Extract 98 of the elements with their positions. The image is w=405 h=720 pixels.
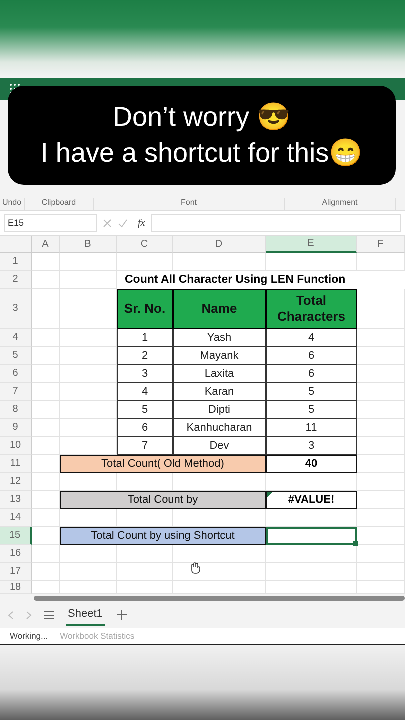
table-cell: 4 — [117, 383, 173, 401]
add-icon[interactable] — [116, 610, 127, 620]
ribbon-group-label: Clipboard — [25, 198, 94, 210]
name-box[interactable]: E15 — [4, 214, 97, 232]
row-header[interactable]: 7 — [0, 383, 32, 401]
table-cell: Karan — [173, 383, 266, 401]
grid-cell[interactable] — [32, 365, 60, 383]
sheet-tab[interactable]: Sheet1 — [66, 604, 105, 626]
grid-cell[interactable] — [32, 253, 60, 271]
grid-cell[interactable] — [32, 383, 60, 401]
row-header[interactable]: 17 — [0, 563, 32, 581]
ribbon-group-label: Font — [94, 198, 285, 210]
fill-handle[interactable] — [353, 541, 358, 546]
column-header[interactable]: F — [357, 236, 405, 253]
grid-cell[interactable] — [32, 419, 60, 437]
table-cell: Yash — [173, 329, 266, 347]
table-cell: Dev — [173, 437, 266, 455]
status-text: Workbook Statistics — [60, 631, 135, 641]
grid-cell[interactable] — [357, 473, 405, 491]
status-text: Working... — [10, 631, 48, 641]
total-label: Total Count by using Shortcut — [60, 527, 266, 545]
row-header[interactable]: 9 — [0, 419, 32, 437]
grid-cell[interactable] — [32, 437, 60, 455]
table-cell: 6 — [266, 365, 357, 383]
column-header[interactable]: D — [173, 236, 266, 253]
total-value[interactable]: 40 — [266, 455, 357, 473]
check-icon[interactable] — [118, 218, 128, 228]
row-header[interactable]: 16 — [0, 545, 32, 563]
function-button[interactable]: fx — [138, 218, 146, 228]
caption-text: I have a shortcut for this😁 — [40, 136, 364, 170]
total-label: Total Count( Old Method) — [60, 455, 266, 473]
menu-icon[interactable] — [44, 610, 54, 620]
grid-cell[interactable] — [357, 509, 405, 527]
row-header[interactable]: 15 — [0, 527, 32, 545]
column-header[interactable]: E — [266, 236, 357, 253]
total-value[interactable]: #VALUE! — [266, 491, 357, 509]
grid-cell[interactable] — [117, 563, 173, 581]
next-icon[interactable] — [26, 610, 32, 620]
grid-cell[interactable] — [357, 563, 405, 581]
cancel-icon[interactable] — [103, 218, 112, 228]
table-cell: 11 — [266, 419, 357, 437]
column-header[interactable]: B — [60, 236, 117, 253]
ribbon-group-label: Undo — [0, 198, 25, 210]
grid-cell[interactable] — [60, 563, 117, 581]
table-cell: Dipti — [173, 401, 266, 419]
table-cell: 5 — [117, 401, 173, 419]
table-cell: Mayank — [173, 347, 266, 365]
selected-cell[interactable] — [266, 527, 357, 545]
caption-text: Don’t worry 😎 — [112, 101, 292, 134]
column-heading: Total Characters — [266, 289, 357, 329]
row-header[interactable]: 8 — [0, 401, 32, 419]
grid-cell[interactable] — [32, 289, 60, 329]
ribbon-group-label: Alignment — [285, 198, 396, 210]
grid-cell[interactable] — [32, 271, 60, 289]
grid-cell[interactable] — [32, 545, 60, 563]
select-all-corner[interactable] — [0, 236, 32, 253]
row-header[interactable]: 11 — [0, 455, 32, 473]
row-header[interactable]: 14 — [0, 509, 32, 527]
row-header[interactable]: 18 — [0, 581, 32, 594]
table-cell: 6 — [117, 419, 173, 437]
column-heading: Name — [173, 289, 266, 329]
formula-field[interactable] — [151, 214, 401, 232]
total-label: Total Count by — [60, 491, 266, 509]
row-header[interactable]: 5 — [0, 347, 32, 365]
row-header[interactable]: 13 — [0, 491, 32, 509]
table-cell: 2 — [117, 347, 173, 365]
table-cell: 3 — [117, 365, 173, 383]
table-cell: 5 — [266, 401, 357, 419]
grid-cell[interactable] — [32, 509, 60, 527]
grid-cell[interactable] — [32, 473, 60, 491]
grid-cell[interactable] — [357, 545, 405, 563]
error-indicator-icon[interactable] — [267, 492, 273, 498]
table-cell: 7 — [117, 437, 173, 455]
column-header[interactable]: A — [32, 236, 60, 253]
previous-icon[interactable] — [8, 610, 14, 620]
grid-cell[interactable] — [266, 563, 357, 581]
table-cell: 4 — [266, 329, 357, 347]
row-header[interactable]: 2 — [0, 271, 32, 289]
horizontal-scrollbar[interactable] — [34, 596, 405, 600]
table-cell: Laxita — [173, 365, 266, 383]
grid-cell[interactable] — [32, 347, 60, 365]
row-header[interactable]: 6 — [0, 365, 32, 383]
column-header[interactable]: C — [117, 236, 173, 253]
grid-cell[interactable] — [32, 401, 60, 419]
table-cell: 3 — [266, 437, 357, 455]
column-heading: Sr. No. — [117, 289, 173, 329]
grid-cell[interactable] — [32, 563, 60, 581]
table-cell: Kanhucharan — [173, 419, 266, 437]
table-cell: 1 — [117, 329, 173, 347]
row-header[interactable]: 12 — [0, 473, 32, 491]
grid-cell[interactable] — [32, 329, 60, 347]
row-header[interactable]: 3 — [0, 289, 32, 329]
grid-cell[interactable] — [60, 253, 117, 271]
row-header[interactable]: 1 — [0, 253, 32, 271]
table-cell: 5 — [266, 383, 357, 401]
row-header[interactable]: 10 — [0, 437, 32, 455]
row-header[interactable]: 4 — [0, 329, 32, 347]
table-cell: 6 — [266, 347, 357, 365]
